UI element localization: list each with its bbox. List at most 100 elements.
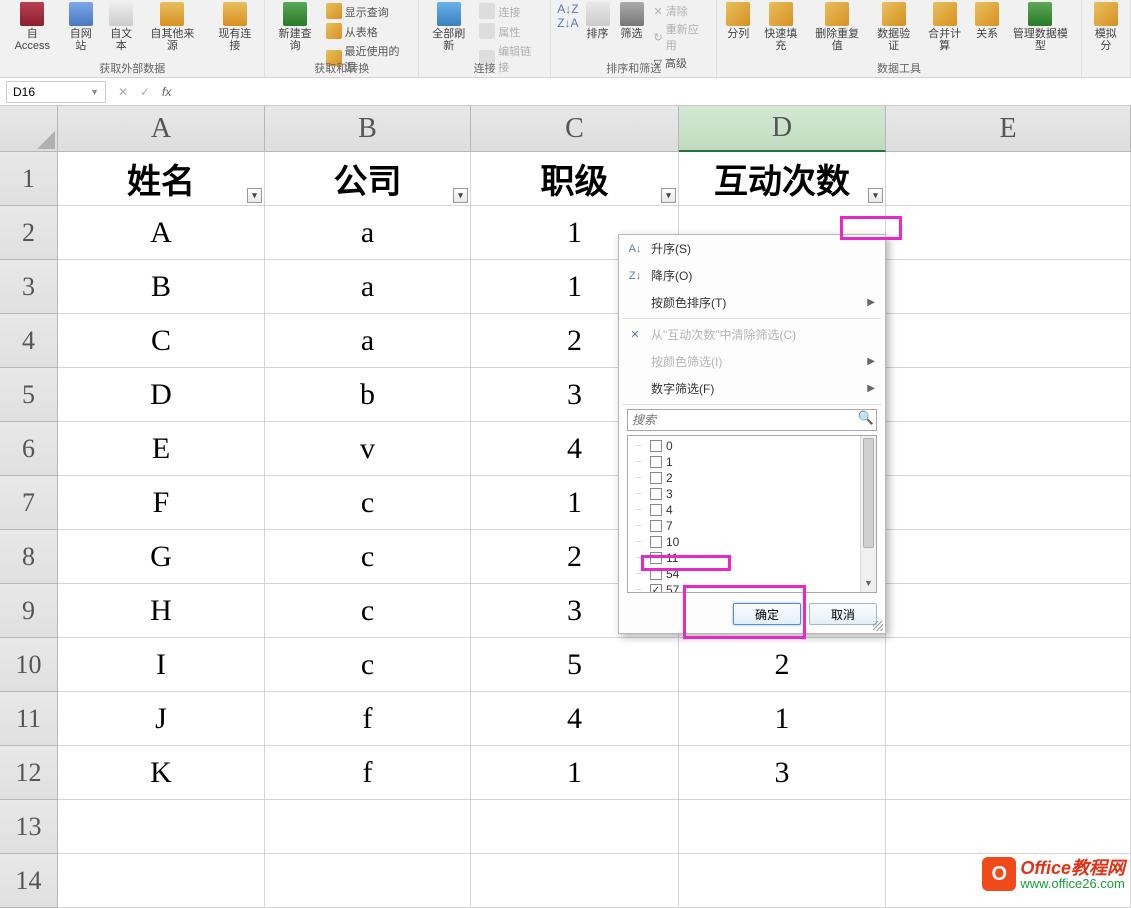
ribbon-refresh-all[interactable]: 全部刷新 (423, 0, 474, 54)
cell-B1[interactable]: 公司▾ (265, 152, 471, 206)
ribbon-flash-fill[interactable]: 快速填充 (755, 0, 806, 54)
checkbox[interactable] (650, 488, 662, 500)
row-header-8[interactable]: 8 (0, 530, 58, 584)
cell-A14[interactable] (58, 854, 265, 908)
row-header-14[interactable]: 14 (0, 854, 58, 908)
ribbon-existing-conn[interactable]: 现有连接 (209, 0, 260, 54)
cell-A7[interactable]: F (58, 476, 265, 530)
filter-option-2[interactable]: 2 (632, 470, 872, 486)
row-header-7[interactable]: 7 (0, 476, 58, 530)
cell-A4[interactable]: C (58, 314, 265, 368)
ok-button[interactable]: 确定 (733, 603, 801, 625)
cell-D11[interactable]: 1 (679, 692, 886, 746)
cell-B3[interactable]: a (265, 260, 471, 314)
cell-E13[interactable] (886, 800, 1131, 854)
cell-B11[interactable]: f (265, 692, 471, 746)
resize-handle[interactable] (873, 621, 883, 631)
row-header-13[interactable]: 13 (0, 800, 58, 854)
formula-input[interactable] (177, 81, 1131, 103)
number-filters[interactable]: 数字筛选(F)▶ (619, 375, 885, 402)
cell-B13[interactable] (265, 800, 471, 854)
filter-button-C[interactable]: ▾ (661, 188, 676, 203)
cell-E9[interactable] (886, 584, 1131, 638)
cell-E4[interactable] (886, 314, 1131, 368)
filter-option-11[interactable]: 11 (632, 550, 872, 566)
cell-C14[interactable] (471, 854, 679, 908)
row-header-3[interactable]: 3 (0, 260, 58, 314)
filter-search[interactable]: 🔍 (627, 409, 877, 431)
cell-A2[interactable]: A (58, 206, 265, 260)
cell-A3[interactable]: B (58, 260, 265, 314)
cell-E12[interactable] (886, 746, 1131, 800)
cell-C12[interactable]: 1 (471, 746, 679, 800)
cell-A1[interactable]: 姓名▾ (58, 152, 265, 206)
filter-option-1[interactable]: 1 (632, 454, 872, 470)
filter-option-57[interactable]: 57 (632, 582, 872, 593)
cell-A9[interactable]: H (58, 584, 265, 638)
cell-B9[interactable]: c (265, 584, 471, 638)
ribbon-remove-dup[interactable]: 删除重复值 (806, 0, 868, 54)
filter-button-D[interactable]: ▾ (868, 188, 883, 203)
filter-option-4[interactable]: 4 (632, 502, 872, 518)
sort-desc-icon[interactable]: Z↓A (557, 16, 578, 30)
row-header-9[interactable]: 9 (0, 584, 58, 638)
column-header-E[interactable]: E (886, 106, 1131, 152)
cell-D10[interactable]: 2 (679, 638, 886, 692)
fx-icon[interactable]: fx (156, 85, 177, 99)
select-all-corner[interactable] (0, 106, 58, 152)
ribbon-data-model[interactable]: 管理数据模型 (1004, 0, 1077, 54)
column-header-B[interactable]: B (265, 106, 471, 152)
cell-E5[interactable] (886, 368, 1131, 422)
filter-option-3[interactable]: 3 (632, 486, 872, 502)
cell-E1[interactable] (886, 152, 1131, 206)
ribbon-from-text[interactable]: 自文本 (101, 0, 141, 54)
cell-E3[interactable] (886, 260, 1131, 314)
cell-A12[interactable]: K (58, 746, 265, 800)
cancel-formula-icon[interactable]: ✕ (112, 85, 134, 99)
filter-button-A[interactable]: ▾ (247, 188, 262, 203)
ribbon-text-to-columns[interactable]: 分列 (721, 0, 755, 42)
cell-C11[interactable]: 4 (471, 692, 679, 746)
ribbon-data-validation[interactable]: 数据验证 (868, 0, 919, 54)
cell-A11[interactable]: J (58, 692, 265, 746)
filter-option-54[interactable]: 54 (632, 566, 872, 582)
ribbon-sort[interactable]: 排序 (581, 0, 615, 42)
ribbon-from-other[interactable]: 自其他来源 (141, 0, 203, 54)
sort-descending[interactable]: Z↓降序(O) (619, 262, 885, 289)
cell-D12[interactable]: 3 (679, 746, 886, 800)
filter-option-0[interactable]: 0 (632, 438, 872, 454)
filter-search-input[interactable] (628, 410, 856, 430)
spreadsheet-grid[interactable]: ABCDE 1234567891011121314 姓名▾公司▾职级▾互动次数▾… (0, 106, 1131, 895)
cell-A5[interactable]: D (58, 368, 265, 422)
ribbon-filter[interactable]: 筛选 (615, 0, 649, 42)
filter-scrollbar[interactable]: ▲ ▼ (860, 436, 876, 592)
checkbox[interactable] (650, 504, 662, 516)
checkbox[interactable] (650, 552, 662, 564)
ribbon-consolidate[interactable]: 合并计算 (919, 0, 970, 54)
cell-B10[interactable]: c (265, 638, 471, 692)
filter-option-10[interactable]: 10 (632, 534, 872, 550)
cell-A6[interactable]: E (58, 422, 265, 476)
column-header-C[interactable]: C (471, 106, 679, 152)
checkbox[interactable] (650, 520, 662, 532)
sort-ascending[interactable]: A↓升序(S) (619, 235, 885, 262)
ribbon-relationships[interactable]: 关系 (970, 0, 1004, 42)
cell-B12[interactable]: f (265, 746, 471, 800)
cell-D13[interactable] (679, 800, 886, 854)
cell-E8[interactable] (886, 530, 1131, 584)
column-header-D[interactable]: D (679, 106, 886, 152)
row-header-6[interactable]: 6 (0, 422, 58, 476)
filter-option-7[interactable]: 7 (632, 518, 872, 534)
cell-E6[interactable] (886, 422, 1131, 476)
name-box[interactable]: D16▼ (6, 81, 106, 103)
cell-B5[interactable]: b (265, 368, 471, 422)
cell-B8[interactable]: c (265, 530, 471, 584)
sort-asc-icon[interactable]: A↓Z (557, 2, 578, 16)
checkbox[interactable] (650, 440, 662, 452)
row-header-5[interactable]: 5 (0, 368, 58, 422)
row-header-1[interactable]: 1 (0, 152, 58, 206)
ribbon-from-web[interactable]: 自网站 (61, 0, 101, 54)
cell-B14[interactable] (265, 854, 471, 908)
cell-A10[interactable]: I (58, 638, 265, 692)
checkbox[interactable] (650, 472, 662, 484)
